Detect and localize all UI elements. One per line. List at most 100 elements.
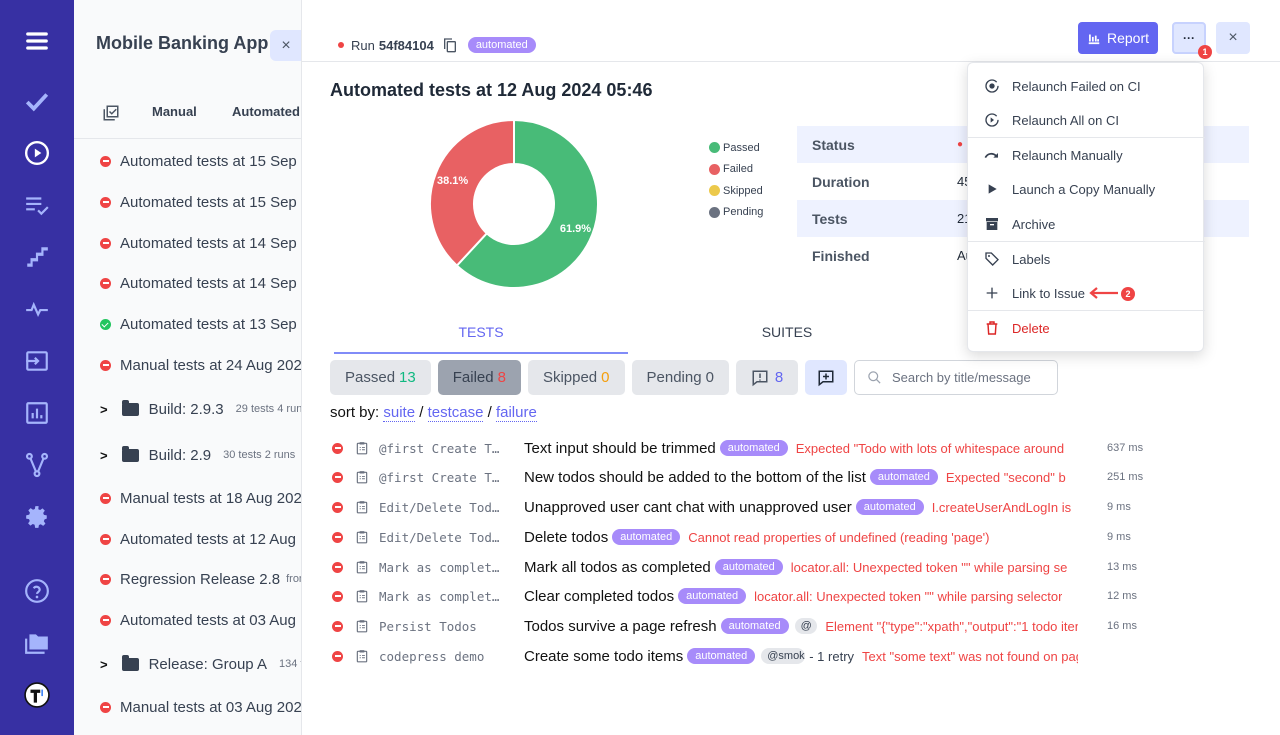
test-name: Todos survive a page refresh bbox=[524, 617, 717, 635]
run-item[interactable]: Automated tests at 03 Aug bbox=[100, 609, 296, 631]
failed-status-icon bbox=[100, 533, 111, 545]
test-row[interactable]: @first Create T… Text input should be tr… bbox=[332, 437, 1152, 459]
test-duration: 9 ms bbox=[1107, 501, 1131, 513]
legend-item-passed[interactable]: Passed bbox=[709, 137, 763, 159]
trash-icon bbox=[986, 321, 998, 335]
test-row[interactable]: codepress demo Create some todo items aut… bbox=[332, 645, 1152, 667]
test-row[interactable]: Edit/Delete Tod… Unapproved user cant ch… bbox=[332, 496, 1152, 518]
tab-tests[interactable]: TESTS bbox=[334, 318, 628, 354]
filter-failed[interactable]: Failed 8 bbox=[437, 360, 521, 395]
passed-status-icon bbox=[100, 318, 111, 330]
menu-item-relaunch-manually[interactable]: Relaunch Manually bbox=[968, 138, 1205, 172]
close-panel-button[interactable]: × bbox=[270, 30, 301, 61]
menu-item-archive[interactable]: Archive bbox=[968, 207, 1205, 241]
checklist-icon[interactable] bbox=[22, 190, 52, 220]
pulse-icon[interactable] bbox=[22, 294, 52, 324]
archive-icon bbox=[986, 218, 998, 230]
run-item-label: Automated tests at 14 Sep bbox=[120, 234, 297, 252]
nav-rail bbox=[0, 0, 74, 735]
help-icon[interactable] bbox=[22, 576, 52, 606]
test-tag[interactable]: @smoke bbox=[761, 648, 806, 664]
tag-icon bbox=[985, 252, 999, 266]
test-row[interactable]: Mark as complet… Clear completed todos au… bbox=[332, 585, 1152, 607]
add-message-button[interactable] bbox=[805, 360, 848, 395]
run-item[interactable]: Automated tests at 15 Sep bbox=[100, 191, 297, 213]
run-group[interactable]: > Release: Group A 134 tests bbox=[100, 653, 301, 675]
import-icon[interactable] bbox=[22, 346, 52, 376]
multi-select-icon[interactable] bbox=[102, 104, 120, 122]
tab-manual[interactable]: Manual bbox=[152, 104, 197, 119]
filter-skipped[interactable]: Skipped 0 bbox=[527, 360, 625, 395]
report-button[interactable]: Report bbox=[1078, 22, 1158, 54]
legend-item-skipped[interactable]: Skipped bbox=[709, 180, 763, 202]
filter-pending[interactable]: Pending 0 bbox=[631, 360, 729, 395]
test-tag[interactable]: @ bbox=[794, 618, 818, 634]
analytics-icon[interactable] bbox=[22, 398, 52, 428]
run-group[interactable]: > Build: 2.9.3 29 tests 4 runs bbox=[100, 398, 301, 420]
steps-icon[interactable] bbox=[22, 242, 52, 272]
chevron-right-icon[interactable]: > bbox=[100, 448, 108, 463]
menu-item-label: Launch a Copy Manually bbox=[1012, 181, 1156, 197]
play-circle-icon[interactable] bbox=[22, 138, 52, 168]
automated-badge: automated bbox=[855, 499, 924, 515]
run-item[interactable]: Automated tests at 15 Sep bbox=[100, 150, 297, 172]
test-name: Delete todos bbox=[524, 528, 609, 546]
run-item[interactable]: Automated tests at 13 Sep bbox=[100, 313, 297, 335]
menu-item-relaunch-all-on-ci[interactable]: Relaunch All on CI bbox=[968, 103, 1205, 137]
chevron-right-icon[interactable]: > bbox=[100, 402, 108, 417]
messages-count: 8 bbox=[774, 369, 784, 386]
sort-failure[interactable]: failure bbox=[495, 404, 537, 422]
legend-item-pending[interactable]: Pending bbox=[709, 202, 763, 224]
run-item[interactable]: Manual tests at 24 Aug 2024 bbox=[100, 354, 301, 376]
menu-item-delete[interactable]: Delete bbox=[968, 311, 1205, 345]
results-donut-chart: 61.9% 38.1% bbox=[429, 118, 599, 289]
error-message: Expected "Todo with lots of whitespace a… bbox=[795, 440, 1065, 456]
run-group-meta: 30 tests 2 runs bbox=[223, 449, 296, 461]
automated-badge: automated bbox=[869, 469, 938, 485]
branch-icon[interactable] bbox=[22, 450, 52, 480]
automated-badge: automated bbox=[714, 559, 783, 575]
run-group-label: Build: 2.9.3 bbox=[148, 400, 224, 418]
sort-testcase[interactable]: testcase bbox=[427, 404, 484, 422]
run-item[interactable]: Automated tests at 14 Sep bbox=[100, 232, 297, 254]
ellipsis-icon: ··· bbox=[1183, 31, 1195, 45]
logo-icon[interactable] bbox=[22, 680, 52, 710]
menu-item-relaunch-failed-on-ci[interactable]: Relaunch Failed on CI bbox=[968, 69, 1205, 103]
filter-messages[interactable]: 8 bbox=[735, 360, 799, 395]
failed-status-icon bbox=[332, 531, 343, 543]
test-info: Create some todo itemsautomated @smoke- 1… bbox=[524, 648, 1078, 665]
menu-item-launch-a-copy-manually[interactable]: Launch a Copy Manually bbox=[968, 172, 1205, 206]
menu-icon[interactable] bbox=[22, 26, 52, 56]
tab-suites[interactable]: SUITES bbox=[640, 318, 934, 354]
test-duration: 12 ms bbox=[1107, 590, 1137, 602]
menu-item-link-to-issue[interactable]: Link to Issue bbox=[968, 276, 1205, 310]
check-icon[interactable] bbox=[22, 86, 52, 116]
menu-item-labels[interactable]: Labels bbox=[968, 242, 1205, 276]
gear-icon[interactable] bbox=[22, 502, 52, 532]
skipped-count: 0 bbox=[601, 369, 610, 386]
test-duration: 251 ms bbox=[1107, 471, 1144, 483]
test-row[interactable]: Persist Todos Todos survive a page refre… bbox=[332, 615, 1152, 637]
test-row[interactable]: @first Create T… New todos should be add… bbox=[332, 466, 1152, 488]
projects-icon[interactable] bbox=[22, 628, 52, 658]
run-item[interactable]: Manual tests at 03 Aug 2024 bbox=[100, 696, 301, 718]
run-group[interactable]: > Build: 2.9 30 tests 2 runs bbox=[100, 444, 295, 466]
test-row[interactable]: Mark as complet… Mark all todos as compl… bbox=[332, 556, 1152, 578]
sort-suite[interactable]: suite bbox=[383, 404, 416, 422]
copy-icon[interactable] bbox=[442, 36, 458, 54]
run-item[interactable]: Regression Release 2.8 from bbox=[100, 568, 301, 590]
search-input[interactable]: Search by title/message bbox=[854, 360, 1058, 395]
legend-item-failed[interactable]: Failed bbox=[709, 159, 763, 181]
run-item[interactable]: Manual tests at 18 Aug 2024 bbox=[100, 487, 301, 509]
run-item[interactable]: Automated tests at 12 Aug bbox=[100, 528, 296, 550]
filter-passed[interactable]: Passed 13 bbox=[330, 360, 431, 395]
automated-badge: automated bbox=[678, 588, 747, 604]
error-message: Expected "second" b bbox=[945, 469, 1066, 485]
close-run-button[interactable]: × bbox=[1216, 22, 1250, 54]
test-row[interactable]: Edit/Delete Tod… Delete todos automated Ca… bbox=[332, 526, 1152, 548]
test-name: Create some todo items bbox=[524, 647, 684, 665]
run-item[interactable]: Automated tests at 14 Sep bbox=[100, 272, 297, 294]
tab-automated[interactable]: Automated bbox=[232, 104, 300, 119]
chevron-right-icon[interactable]: > bbox=[100, 657, 108, 672]
more-actions-menu: Relaunch Failed on CI Relaunch All on CI R… bbox=[967, 62, 1205, 352]
